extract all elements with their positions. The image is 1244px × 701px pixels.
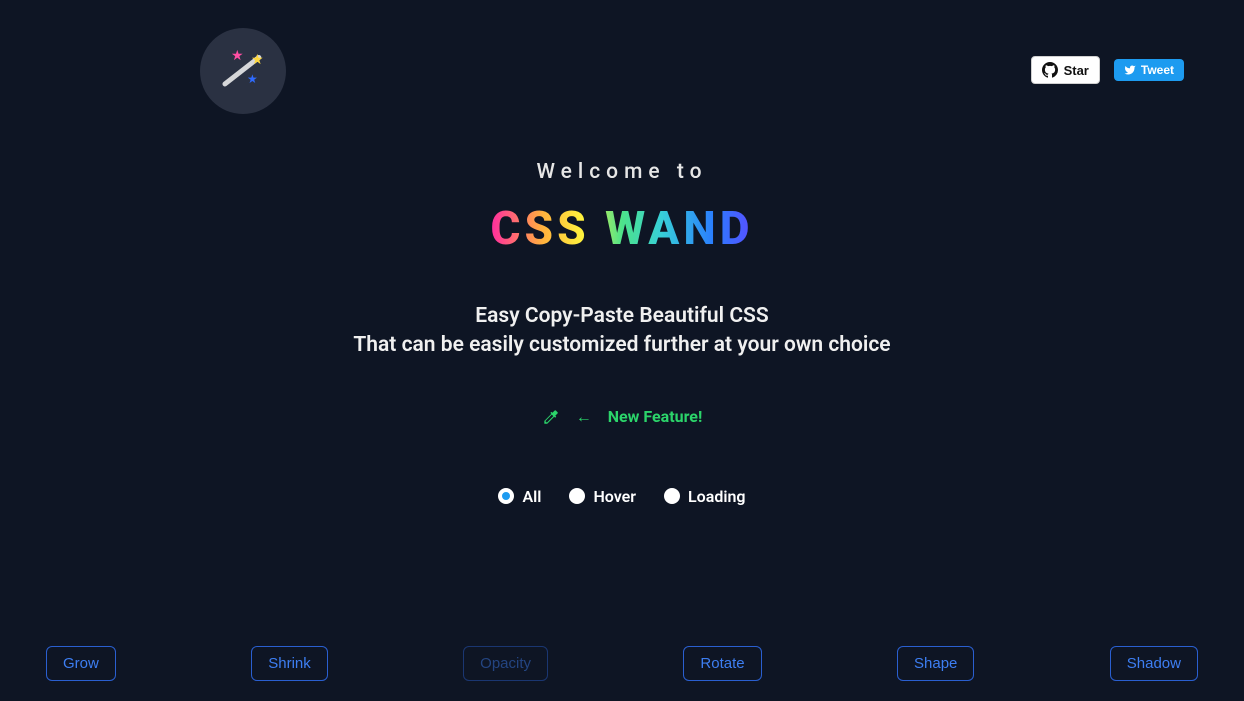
radio-label: Hover	[593, 487, 636, 506]
brand-title: CSS WAND	[490, 202, 753, 256]
filter-radio-hover[interactable]: Hover	[569, 487, 636, 506]
github-star-label: Star	[1064, 63, 1089, 78]
radio-icon	[664, 488, 680, 504]
radio-icon	[569, 488, 585, 504]
radio-label: All	[522, 487, 541, 506]
tagline-line-1: Easy Copy-Paste Beautiful CSS	[0, 302, 1244, 331]
tagline-line-2: That can be easily customized further at…	[0, 331, 1244, 360]
star-icon: ★	[251, 53, 264, 67]
new-feature-row: ← New Feature!	[0, 407, 1244, 427]
effect-shrink-button[interactable]: Shrink	[251, 646, 328, 681]
github-star-button[interactable]: Star	[1031, 56, 1100, 84]
new-feature-label: New Feature!	[608, 407, 703, 426]
effect-shape-button[interactable]: Shape	[897, 646, 974, 681]
welcome-text: Welcome to	[0, 160, 1244, 184]
filter-radio-group: All Hover Loading	[0, 487, 1244, 506]
filter-radio-all[interactable]: All	[498, 487, 541, 506]
tweet-label: Tweet	[1141, 63, 1174, 77]
github-icon	[1042, 62, 1058, 78]
effect-shadow-button[interactable]: Shadow	[1110, 646, 1198, 681]
star-icon: ★	[247, 73, 258, 85]
wand-icon: ★ ★ ★	[219, 47, 267, 95]
effect-grow-button[interactable]: Grow	[46, 646, 116, 681]
effects-row: Grow Shrink Opacity Rotate Shape Shadow	[0, 646, 1244, 681]
star-icon: ★	[231, 49, 244, 63]
effect-opacity-button[interactable]: Opacity	[463, 646, 548, 681]
header-actions: Star Tweet	[1031, 56, 1184, 84]
radio-icon	[498, 488, 514, 504]
twitter-icon	[1124, 64, 1136, 76]
filter-radio-loading[interactable]: Loading	[664, 487, 746, 506]
logo[interactable]: ★ ★ ★	[200, 28, 286, 114]
arrow-left-icon: ←	[576, 407, 592, 427]
tagline: Easy Copy-Paste Beautiful CSS That can b…	[0, 302, 1244, 361]
eyedropper-icon[interactable]	[542, 408, 560, 426]
hero: Welcome to CSS WAND Easy Copy-Paste Beau…	[0, 160, 1244, 506]
radio-label: Loading	[688, 487, 746, 506]
tweet-button[interactable]: Tweet	[1114, 59, 1184, 81]
effect-rotate-button[interactable]: Rotate	[683, 646, 761, 681]
